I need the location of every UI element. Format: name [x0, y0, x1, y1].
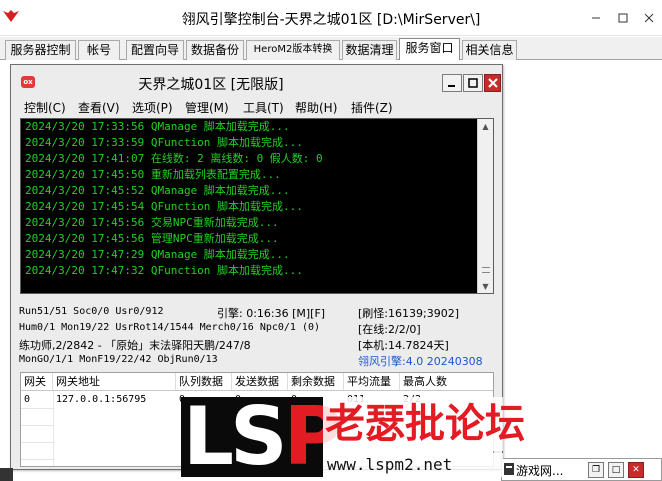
tab-data-backup[interactable]: 数据备份 [186, 40, 244, 60]
column-header[interactable]: 网关地址 [53, 373, 176, 391]
scroll-down-icon[interactable]: ▼ [478, 279, 493, 293]
main-tabstrip: 服务器控制 帐号 配置向导 数据备份 HeroM2版本转换 数据清理 服务窗口 … [0, 37, 662, 61]
log-line: 2024/3/20 17:45:56 交易NPC重新加载完成... [25, 216, 279, 229]
tab-account[interactable]: 帐号 [78, 40, 120, 60]
tab-service-window[interactable]: 服务窗口 [399, 38, 460, 61]
engine-close-icon[interactable] [484, 74, 501, 92]
menu-manage[interactable]: 管理(M) [185, 99, 229, 116]
scroll-up-icon[interactable]: ▲ [478, 119, 493, 135]
table-cell: 0 [24, 394, 31, 405]
status-online: [在线:2/2/0] [358, 323, 421, 336]
menu-tools[interactable]: 工具(T) [243, 99, 284, 116]
status-machine: [本机:14.7824天] [358, 339, 449, 352]
tab-server-control[interactable]: 服务器控制 [5, 40, 76, 60]
log-line: 2024/3/20 17:45:54 QFunction 脚本加载完成... [25, 200, 303, 213]
minimized-window-title: 游戏网... [516, 464, 564, 478]
engine-menubar: 控制(C) 查看(V) 选项(P) 管理(M) 工具(T) 帮助(H) 插件(Z… [11, 96, 502, 117]
log-line: 2024/3/20 17:33:56 QManage 脚本加载完成... [25, 120, 290, 133]
status-hum: Hum0/1 Mon19/22 UsrRot14/1544 Merch0/16 … [19, 322, 321, 333]
column-header[interactable]: 发送数据 [232, 373, 288, 391]
log-line: 2024/3/20 17:41:07 在线数: 2 离线数: 0 假人数: 0 [25, 152, 323, 165]
outer-titlebar: 翎风引擎控制台-天界之城01区 [D:\MirServer\] [0, 0, 662, 36]
minimized-game-window[interactable]: 游戏网... ❐ □ ✕ [501, 458, 662, 481]
close-icon[interactable]: ✕ [628, 462, 644, 478]
window-title: 翎风引擎控制台-天界之城01区 [D:\MirServer\] [181, 12, 481, 28]
watermark-url: www.lspm2.net [323, 453, 503, 477]
status-run: Run51/51 Soc0/0 Usr0/912 [19, 306, 164, 317]
log-line: 2024/3/20 17:33:59 QFunction 脚本加载完成... [25, 136, 303, 149]
minimize-icon[interactable] [585, 0, 607, 36]
column-header[interactable]: 最高人数 [400, 373, 493, 391]
column-header[interactable]: 平均流量 [344, 373, 400, 391]
tab-data-cleanup[interactable]: 数据清理 [342, 40, 397, 60]
close-icon[interactable] [638, 0, 660, 36]
grid-line [21, 425, 53, 426]
scroll-thumb[interactable] [482, 267, 490, 273]
console-scrollbar[interactable]: ▲ ▼ [477, 119, 493, 293]
menu-view[interactable]: 查看(V) [78, 99, 120, 116]
column-header[interactable]: 剩余数据 [288, 373, 344, 391]
menu-help[interactable]: 帮助(H) [295, 99, 337, 116]
watermark-site-name: 老瑟批论坛 [323, 397, 525, 451]
status-mongo: MonGO/1/1 MonF19/22/42 ObjRun0/13 [19, 354, 218, 365]
watermark: LSP 老瑟批论坛 www.lspm2.net [181, 391, 525, 481]
column-header[interactable]: 队列数据 [176, 373, 232, 391]
engine-titlebar: ox 天界之城01区 [无限版] [11, 65, 502, 95]
grid-line [21, 408, 53, 409]
taskbar-fragment [0, 468, 13, 481]
status-practice: 练功师,2/2842 - 「原始」末法驿阳天鹏/247/8 [19, 339, 251, 352]
menu-control[interactable]: 控制(C) [24, 99, 66, 116]
watermark-logo-box: LSP [181, 391, 342, 481]
grid-line [21, 442, 53, 443]
table-cell: 127.0.0.1:56795 [56, 394, 147, 405]
grid-line [21, 459, 53, 460]
engine-maximize-icon[interactable] [463, 74, 483, 92]
log-line: 2024/3/20 17:47:29 QManage 脚本加载完成... [25, 248, 290, 261]
maximize-icon[interactable] [612, 0, 634, 36]
menu-plugins[interactable]: 插件(Z) [351, 99, 393, 116]
log-line: 2024/3/20 17:45:52 QManage 脚本加载完成... [25, 184, 290, 197]
restore-icon[interactable]: ❐ [588, 462, 604, 478]
window-icon [504, 463, 514, 475]
engine-window-title: 天界之城01区 [无限版] [138, 77, 284, 93]
engine-minimize-icon[interactable] [442, 74, 462, 92]
log-line: 2024/3/20 17:47:32 QFunction 脚本加载完成... [25, 264, 303, 277]
tab-related-info[interactable]: 相关信息 [462, 40, 517, 60]
tab-herom2-convert[interactable]: HeroM2版本转换 [246, 40, 340, 60]
column-header[interactable]: 网关 [21, 373, 53, 391]
watermark-logo: LSP [183, 390, 342, 481]
log-console[interactable]: 2024/3/20 17:33:56 QManage 脚本加载完成... 202… [20, 118, 494, 294]
status-engine-time: 引擎: 0:16:36 [M][F] [217, 307, 326, 320]
log-line: 2024/3/20 17:45:50 重新加载列表配置完成... [25, 168, 281, 181]
menu-options[interactable]: 选项(P) [132, 99, 173, 116]
status-refresh: [刷怪:16139;3902] [358, 307, 459, 320]
log-line: 2024/3/20 17:45:56 管理NPC重新加载完成... [25, 232, 279, 245]
tab-config-wizard[interactable]: 配置向导 [126, 40, 184, 60]
status-version: 翎风引擎:4.0 20240308 [358, 355, 483, 368]
maximize-icon[interactable]: □ [608, 462, 624, 478]
